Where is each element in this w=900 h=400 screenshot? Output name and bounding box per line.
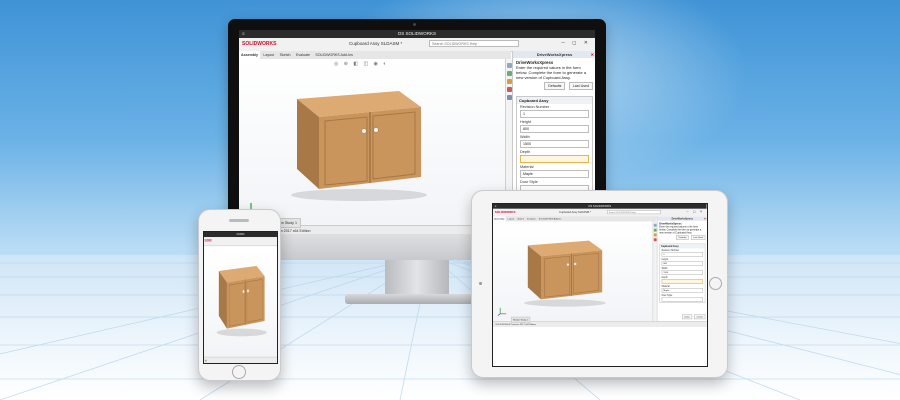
title-bar: ≡ DS SOLIDWORKS <box>239 30 595 38</box>
command-bar: SOLIDWORKS <box>204 237 277 247</box>
tablet-device: ≡ DS SOLIDWORKS SOLIDWORKS Cupboard Assy… <box>471 190 728 378</box>
cabinet-model[interactable] <box>279 77 429 202</box>
model-tab[interactable]: Model <box>205 359 207 362</box>
close-icon[interactable]: ✕ <box>704 217 706 221</box>
menu-icon[interactable]: ≡ <box>242 30 245 38</box>
window-title: DS SOLIDWORKS <box>236 232 245 236</box>
monitor-base <box>345 294 489 304</box>
close-button[interactable]: Close <box>681 314 693 320</box>
panel-intro: DriveWorksXpress Enter the required valu… <box>657 221 707 235</box>
driveworks-panel: DriveWorksXpress ✕ DriveWorksXpress Enter… <box>656 216 707 321</box>
tab-layout[interactable]: Layout <box>261 51 276 59</box>
window-controls[interactable]: ─ ◻ ✕ <box>561 40 591 46</box>
door-style-select[interactable] <box>661 297 703 302</box>
panel-intro-text: Enter the required values in the form be… <box>659 225 702 234</box>
cabinet-model[interactable] <box>212 257 267 337</box>
height-field[interactable]: 800 <box>520 125 589 133</box>
help-search-input[interactable]: Search SOLIDWORKS Help <box>607 210 661 215</box>
solidworks-logo[interactable]: SOLIDWORKS <box>205 239 212 243</box>
field-label: Depth <box>661 276 668 279</box>
field-label: Revision Number <box>661 249 680 252</box>
status-bar: Model <box>204 356 277 363</box>
form-section: Cupboard Assy Revision Number 1 Height 8… <box>659 243 706 303</box>
field-label: Door Style <box>661 294 673 297</box>
document-title: Cupboard Assy SLDASM * <box>349 41 403 46</box>
depth-field[interactable] <box>520 155 589 163</box>
graphics-area[interactable] <box>493 221 653 321</box>
tab-sketch[interactable]: Sketch <box>278 51 293 59</box>
status-bar: Motion Study 1 SOLIDWORKS Premium 2017 x… <box>493 316 707 327</box>
field-label: Height <box>520 120 531 124</box>
tab-addins[interactable]: SOLIDWORKS Add-Ins <box>313 51 355 59</box>
home-button[interactable] <box>709 277 722 290</box>
solidworks-logo[interactable]: SOLIDWORKS <box>242 41 276 47</box>
field-label: Width <box>520 135 530 139</box>
solidworks-window: DS SOLIDWORKS SOLIDWORKS Model <box>204 232 277 363</box>
monitor-stand <box>385 260 449 296</box>
field-label: Width <box>661 267 668 270</box>
camera-dot <box>479 282 482 285</box>
field-label: Material <box>661 285 670 288</box>
material-select[interactable]: Maple <box>520 170 589 178</box>
revision-number-field[interactable]: 1 <box>661 252 703 257</box>
document-title: Cupboard Assy SLDASM * <box>559 210 591 214</box>
solidworks-logo[interactable]: SOLIDWORKS <box>495 211 516 215</box>
graphics-area[interactable] <box>204 250 277 357</box>
create-button[interactable]: Create <box>694 314 706 320</box>
close-icon[interactable]: ✕ <box>591 51 594 58</box>
field-label: Revision Number <box>520 105 550 109</box>
material-select[interactable]: Maple <box>661 288 703 293</box>
command-bar: SOLIDWORKS Cupboard Assy SLDASM * Search… <box>239 38 595 52</box>
revision-number-field[interactable]: 1 <box>520 110 589 118</box>
phone-device: DS SOLIDWORKS SOLIDWORKS Model <box>198 209 281 381</box>
coordinate-triad-icon <box>497 307 507 316</box>
tablet-screen: ≡ DS SOLIDWORKS SOLIDWORKS Cupboard Assy… <box>492 203 708 367</box>
width-field[interactable]: 1500 <box>661 270 703 275</box>
field-label: Height <box>661 258 669 261</box>
height-field[interactable]: 800 <box>661 261 703 266</box>
panel-buttons: Defaults Last Used <box>657 235 707 240</box>
graphics-area[interactable]: ◎ ⊕ ◧ ◫ ◉ ◐ <box>239 59 505 225</box>
last-used-button[interactable]: Last Used <box>690 235 706 240</box>
window-title: DS SOLIDWORKS <box>588 204 612 208</box>
width-field[interactable]: 1500 <box>520 140 589 148</box>
floor-grid <box>0 255 900 400</box>
panel-title: DriveWorksXpress ✕ <box>513 51 595 58</box>
help-search-input[interactable]: Search SOLIDWORKS Help <box>429 40 519 47</box>
home-button[interactable] <box>232 365 246 379</box>
depth-field[interactable] <box>661 279 703 284</box>
window-controls[interactable]: ─ ◻ ✕ <box>686 210 704 214</box>
motion-study-tab[interactable]: Motion Study 1 <box>511 316 531 323</box>
form-section: Cupboard Assy Revision Number 1 Height 8… <box>516 96 593 195</box>
cabinet-model[interactable] <box>517 232 607 307</box>
field-label: Depth <box>520 150 531 154</box>
tab-assembly[interactable]: Assembly <box>239 51 260 59</box>
last-used-button[interactable]: Last Used <box>568 82 593 90</box>
defaults-button[interactable]: Defaults <box>676 235 689 240</box>
defaults-button[interactable]: Defaults <box>544 82 566 90</box>
panel-bottom-buttons: Close Create <box>659 314 706 320</box>
heads-up-toolbar[interactable]: ◎ ⊕ ◧ ◫ ◉ ◐ <box>334 61 388 67</box>
phone-speaker <box>229 219 249 222</box>
field-label: Material <box>520 165 534 169</box>
panel-intro: DriveWorksXpress Enter the required valu… <box>513 58 595 82</box>
phone-screen: DS SOLIDWORKS SOLIDWORKS Model <box>203 231 278 364</box>
camera-dot <box>413 23 416 26</box>
panel-buttons: Defaults Last Used <box>513 82 595 90</box>
panel-intro-text: Enter the required values in the form be… <box>516 65 587 80</box>
status-text: SOLIDWORKS Premium 2017 x64 Edition <box>495 323 536 326</box>
section-title: Cupboard Assy <box>517 97 592 104</box>
field-label: Door Style <box>520 180 538 184</box>
window-title: DS SOLIDWORKS <box>397 31 436 36</box>
solidworks-window: ≡ DS SOLIDWORKS SOLIDWORKS Cupboard Assy… <box>493 204 707 327</box>
tab-evaluate[interactable]: Evaluate <box>294 51 312 59</box>
